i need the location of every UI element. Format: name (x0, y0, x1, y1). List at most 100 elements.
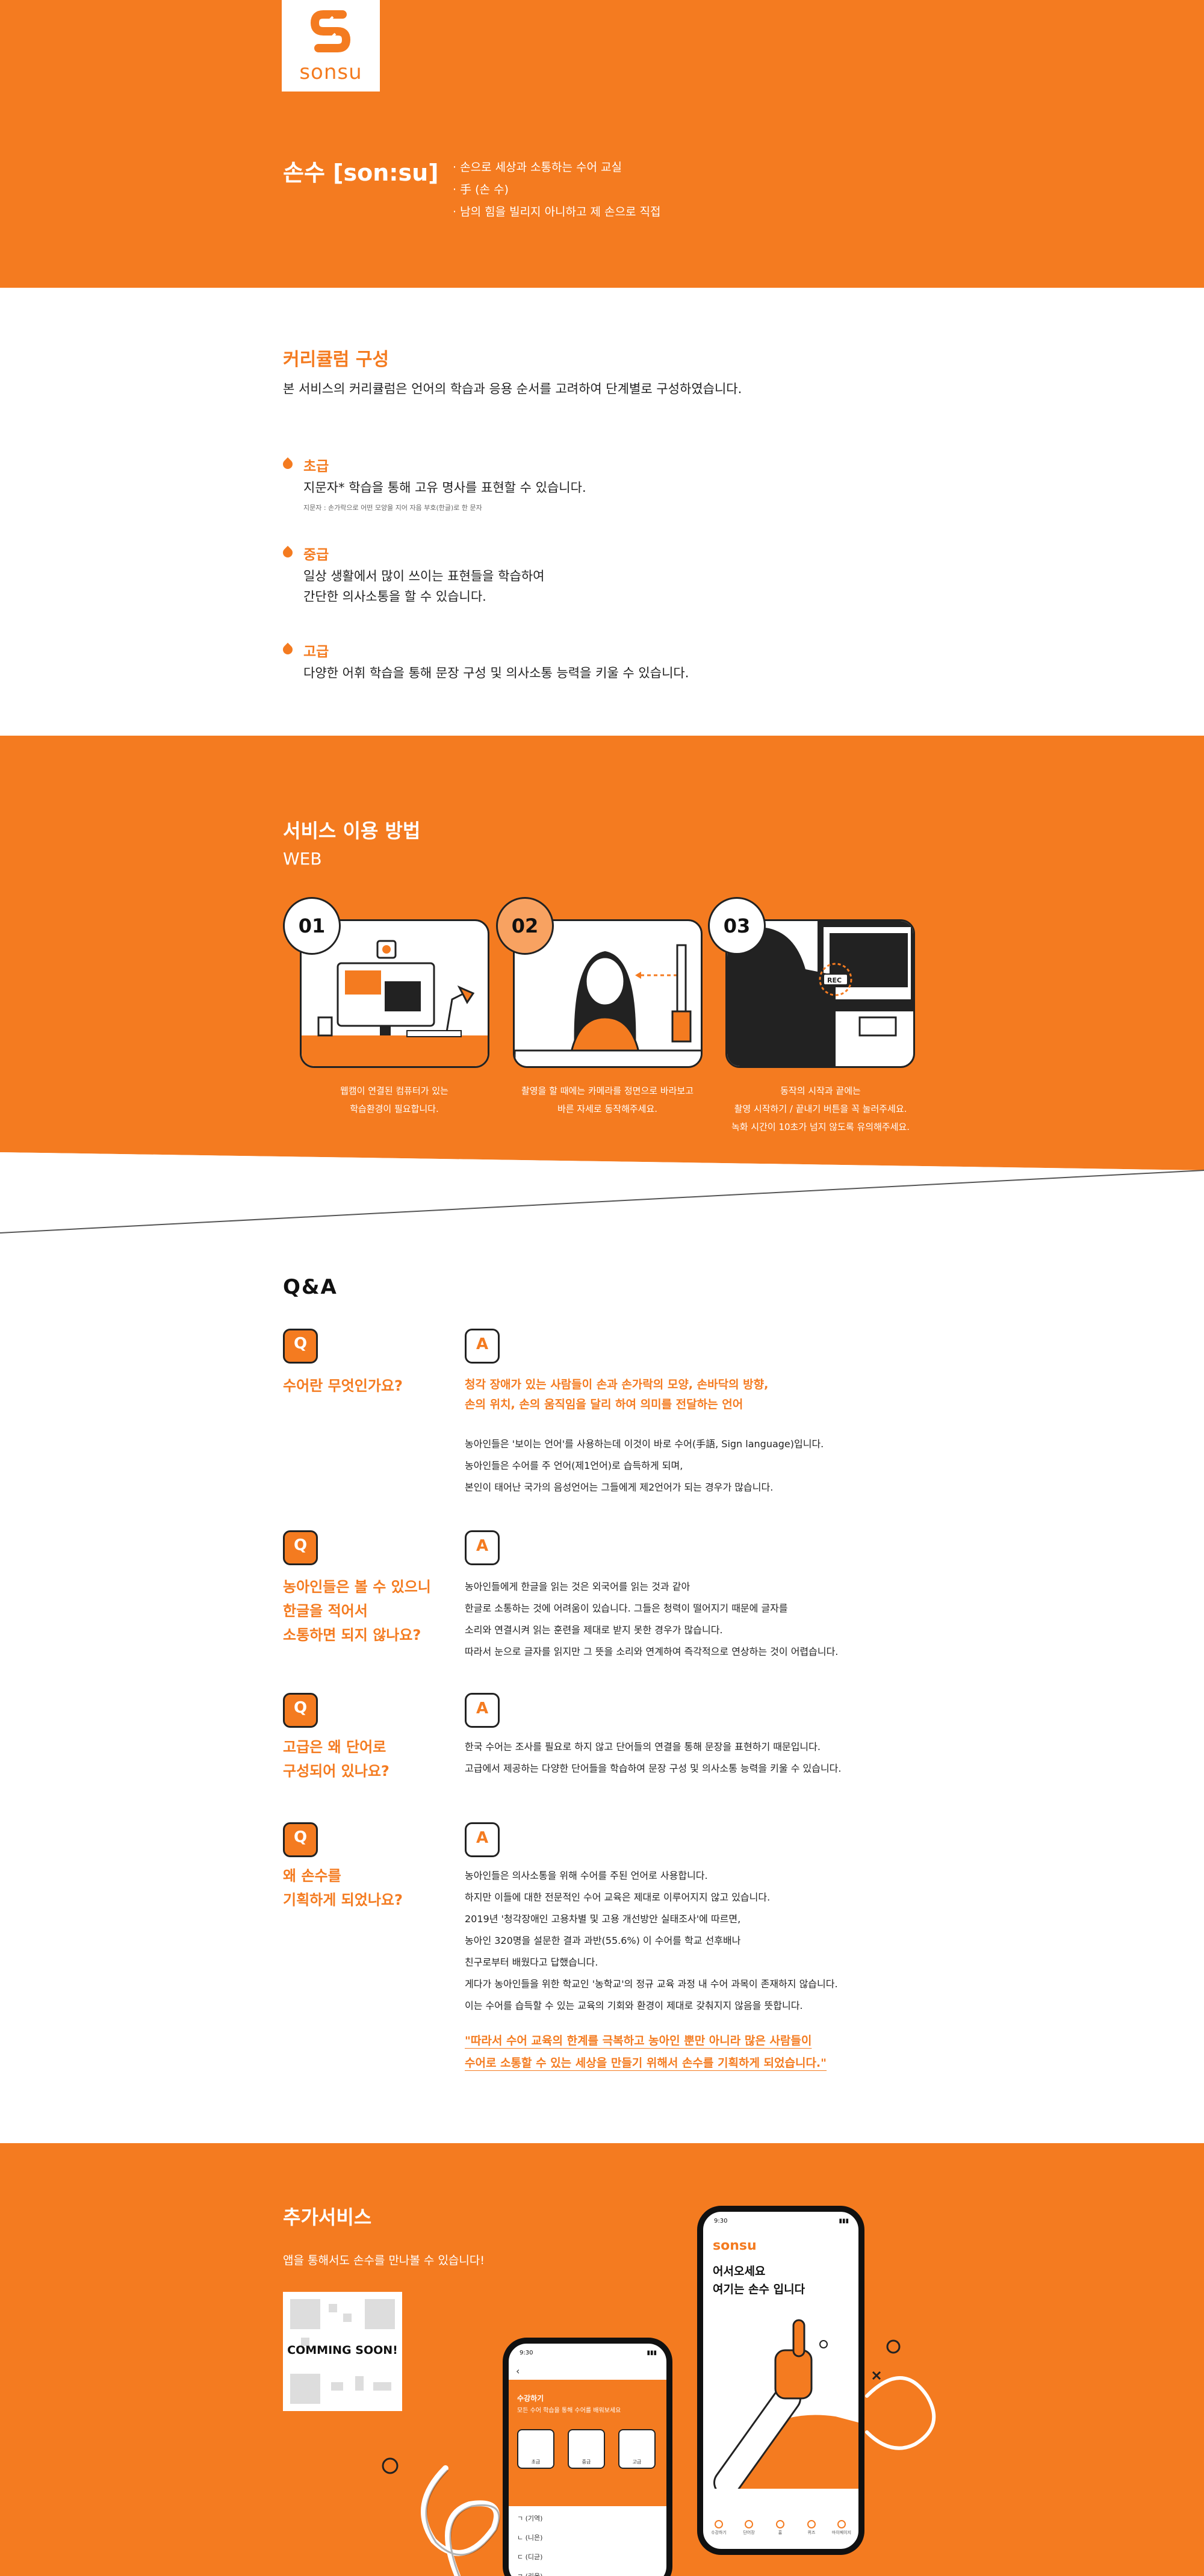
question-badge: Q (283, 1329, 318, 1364)
caption-line: 바른 자세로 동작해주세요. (557, 1103, 658, 1114)
tab-lesson-icon (715, 2520, 723, 2528)
quote-line: "따라서 수어 교육의 한계를 극복하고 농아인 뿐만 아니라 많은 사람들이 (465, 2034, 812, 2047)
lesson-row[interactable]: ㄴ (니은) (517, 2533, 542, 2542)
answer-line: 한국 수어는 조사를 필요로 하지 않고 단어들의 연결을 통해 문장을 표현하… (465, 1741, 821, 1752)
tab-quiz-icon (807, 2520, 816, 2528)
qr-code-placeholder[interactable]: COMMING SOON! (283, 2292, 402, 2411)
answer-line: 하지만 이들에 대한 전문적인 수어 교육은 제대로 이루어지지 않고 있습니다… (465, 1892, 771, 1903)
answer-highlight: 청각 장애가 있는 사람들이 손과 손가락의 모양, 손바닥의 방향, 손의 위… (465, 1375, 922, 1415)
level-tile-beginner[interactable]: 초급 (517, 2429, 554, 2469)
highlight-line: 손의 위치, 손의 움직임을 달리 하여 의미를 전달하는 언어 (465, 1398, 743, 1411)
level-description-line: 일상 생활에서 많이 쓰이는 표현들을 학습하여 (303, 569, 545, 583)
step-number-badge: 01 (283, 897, 341, 955)
answer-badge: A (465, 1693, 500, 1728)
definition-item: 手 (손 수) (453, 179, 661, 201)
rec-label: REC (827, 976, 842, 984)
question-line: 구성되어 있나요? (283, 1763, 389, 1780)
level-advanced: 고급 다양한 어휘 학습을 통해 문장 구성 및 의사소통 능력을 키울 수 있… (281, 640, 885, 688)
answer-line: 농아인들은 '보이는 언어'를 사용하는데 이것이 바로 수어(手語, Sign… (465, 1438, 824, 1450)
battery-icon: ▮▮▮ (647, 2350, 657, 2356)
answer-line: 한글로 소통하는 것에 어려움이 있습니다. 그들은 청력이 떨어지기 때문에 … (465, 1603, 788, 1614)
level-tile-advanced[interactable]: 고급 (618, 2429, 656, 2469)
level-beginner: 초급 지문자* 학습을 통해 고유 명사를 표현할 수 있습니다. 지문자 : … (281, 455, 885, 515)
curriculum-description: 본 서비스의 커리큘럼은 언어의 학습과 응용 순서를 고려하여 단계별로 구성… (283, 382, 742, 396)
answer-line: 소리와 연결시켜 읽는 훈련을 제대로 받지 못한 경우가 많습니다. (465, 1624, 723, 1636)
answer-line: 고급에서 제공하는 다양한 단어들을 학습하여 문장 구성 및 의사소통 능력을… (465, 1763, 842, 1774)
coming-soon-label: COMMING SOON! (287, 2344, 398, 2357)
question-badge-label: Q (293, 1828, 308, 1846)
level-name: 초급 (303, 459, 329, 474)
answer-badge-label: A (476, 1537, 489, 1555)
answer-line: 농아인들은 의사소통을 위해 수어를 주된 언어로 사용합니다. (465, 1870, 708, 1881)
quote-line: 수어로 소통할 수 있는 세상을 만들기 위해서 손수를 기획하게 되었습니다.… (465, 2056, 827, 2070)
lesson-row[interactable]: ㄹ (리을) (517, 2571, 542, 2576)
question-line: 왜 손수를 (283, 1867, 341, 1884)
caption-line: 촬영을 할 때에는 카메라를 정면으로 바라보고 (521, 1085, 694, 1096)
answer-line: 따라서 눈으로 글자를 읽지만 그 뜻을 소리와 연계하여 즉각적으로 연상하는… (465, 1646, 839, 1657)
tab-vocabulary[interactable]: 단어장 (736, 2520, 762, 2536)
status-time: 9:30 (520, 2350, 533, 2356)
highlight-line: 청각 장애가 있는 사람들이 손과 손가락의 모양, 손바닥의 방향, (465, 1378, 769, 1391)
tab-home[interactable]: 홈 (767, 2520, 793, 2536)
hand-gesture-illustration (713, 2319, 858, 2489)
tile-label: 고급 (632, 2459, 642, 2465)
answer-line: 게다가 농아인들을 위한 학교인 '농학교'의 정규 교육 과정 내 수어 과목… (465, 1978, 838, 1990)
step-number-badge: 03 (708, 897, 766, 955)
sonsu-s-icon (310, 10, 351, 52)
phone-mockup-lesson: 9:30 ▮▮▮ ‹ 수강하기 모든 수어 학습을 통해 수어를 배워보세요 초… (503, 2338, 672, 2576)
level-description: 일상 생활에서 많이 쓰이는 표현들을 학습하여 간단한 의사소통을 할 수 있… (303, 566, 845, 607)
question-line: 농아인들은 볼 수 있으니 (283, 1578, 431, 1595)
answer-badge: A (465, 1822, 500, 1857)
planning-quote: "따라서 수어 교육의 한계를 극복하고 농아인 뿐만 아니라 많은 사람들이 … (465, 2030, 922, 2075)
question-line: 한글을 적어서 (283, 1603, 368, 1619)
curriculum-title: 커리큘럼 구성 (283, 349, 389, 370)
question-line: 소통하면 되지 않나요? (283, 1627, 421, 1643)
tab-label: 홈 (778, 2530, 783, 2535)
answer-line: 본인이 태어난 국가의 음성언어는 그들에게 제2언어가 되는 경우가 많습니다… (465, 1482, 774, 1493)
step-number-badge: 02 (496, 897, 554, 955)
caption-line: 촬영 시작하기 / 끝내기 버튼을 꼭 눌러주세요. (734, 1103, 907, 1114)
question-badge-label: Q (293, 1699, 308, 1717)
level-description-line: 간단한 의사소통을 할 수 있습니다. (303, 589, 486, 604)
answer-line: 농아인들은 수어를 주 언어(제1언어)로 습득하게 되며, (465, 1460, 683, 1471)
greeting-line: 어서오세요 (713, 2265, 766, 2278)
question-text: 수어란 무엇인가요? (283, 1377, 403, 1394)
lesson-row[interactable]: ㄷ (디귿) (517, 2552, 542, 2562)
level-intermediate: 중급 일상 생활에서 많이 쓰이는 표현들을 학습하여 간단한 의사소통을 할 … (281, 543, 885, 609)
level-name: 중급 (303, 547, 329, 563)
back-arrow-icon[interactable]: ‹ (516, 2365, 520, 2377)
additional-service-title: 추가서비스 (283, 2206, 372, 2229)
app-logo: sonsu (713, 2238, 757, 2253)
leaf-bullet-icon (281, 457, 295, 471)
answer-line: 2019년 '청각장애인 고용차별 및 고용 개선방안 실태조사'에 따르면, (465, 1913, 741, 1925)
tab-mypage[interactable]: 마이페이지 (828, 2520, 855, 2536)
question-badge-label: Q (293, 1335, 308, 1353)
answer-badge-label: A (476, 1829, 489, 1847)
question-text: 농아인들은 볼 수 있으니 한글을 적어서 소통하면 되지 않나요? (283, 1575, 452, 1647)
brand-definitions: 손으로 세상과 소통하는 수어 교실 手 (손 수) 남의 힘을 빌리지 아니하… (453, 157, 661, 223)
level-tile-intermediate[interactable]: 중급 (568, 2429, 605, 2469)
phone-mockup-home: 9:30 ▮▮▮ sonsu 어서오세요 여기는 손수 입니다 수강하기 단어장… (697, 2206, 864, 2555)
answer-line: 농아인들에게 한글을 읽는 것은 외국어를 읽는 것과 같아 (465, 1581, 690, 1592)
tab-quiz[interactable]: 퀴즈 (798, 2520, 825, 2536)
lesson-title: 수강하기 (517, 2394, 544, 2403)
definition-item: 남의 힘을 빌리지 아니하고 제 손으로 직접 (453, 201, 660, 223)
lesson-row[interactable]: ㄱ (기역) (517, 2513, 542, 2523)
tab-label: 수강하기 (711, 2530, 727, 2535)
answer-line: 친구로부터 배웠다고 답했습니다. (465, 1957, 598, 1968)
answer-body: 농아인들은 의사소통을 위해 수어를 주된 언어로 사용합니다. 하지만 이들에… (465, 1865, 922, 2017)
level-description: 다양한 어휘 학습을 통해 문장 구성 및 의사소통 능력을 키울 수 있습니다… (303, 666, 689, 680)
service-subtitle: WEB (283, 849, 322, 869)
additional-service-description: 앱을 통해서도 손수를 만나볼 수 있습니다! (283, 2254, 485, 2267)
sonsu-logo[interactable]: sonsu (282, 0, 380, 92)
tab-vocabulary-icon (745, 2520, 753, 2528)
tab-lesson[interactable]: 수강하기 (706, 2520, 732, 2536)
leaf-bullet-icon (281, 545, 295, 560)
greeting-line: 여기는 손수 입니다 (713, 2283, 805, 2296)
question-badge: Q (283, 1822, 318, 1857)
qa-title: Q&A (283, 1275, 338, 1299)
answer-body: 농아인들에게 한글을 읽는 것은 외국어를 읽는 것과 같아 한글로 소통하는 … (465, 1576, 922, 1663)
caption-line: 학습환경이 필요합니다. (350, 1103, 439, 1114)
home-greeting: 어서오세요 여기는 손수 입니다 (713, 2262, 805, 2298)
level-name: 고급 (303, 644, 329, 660)
